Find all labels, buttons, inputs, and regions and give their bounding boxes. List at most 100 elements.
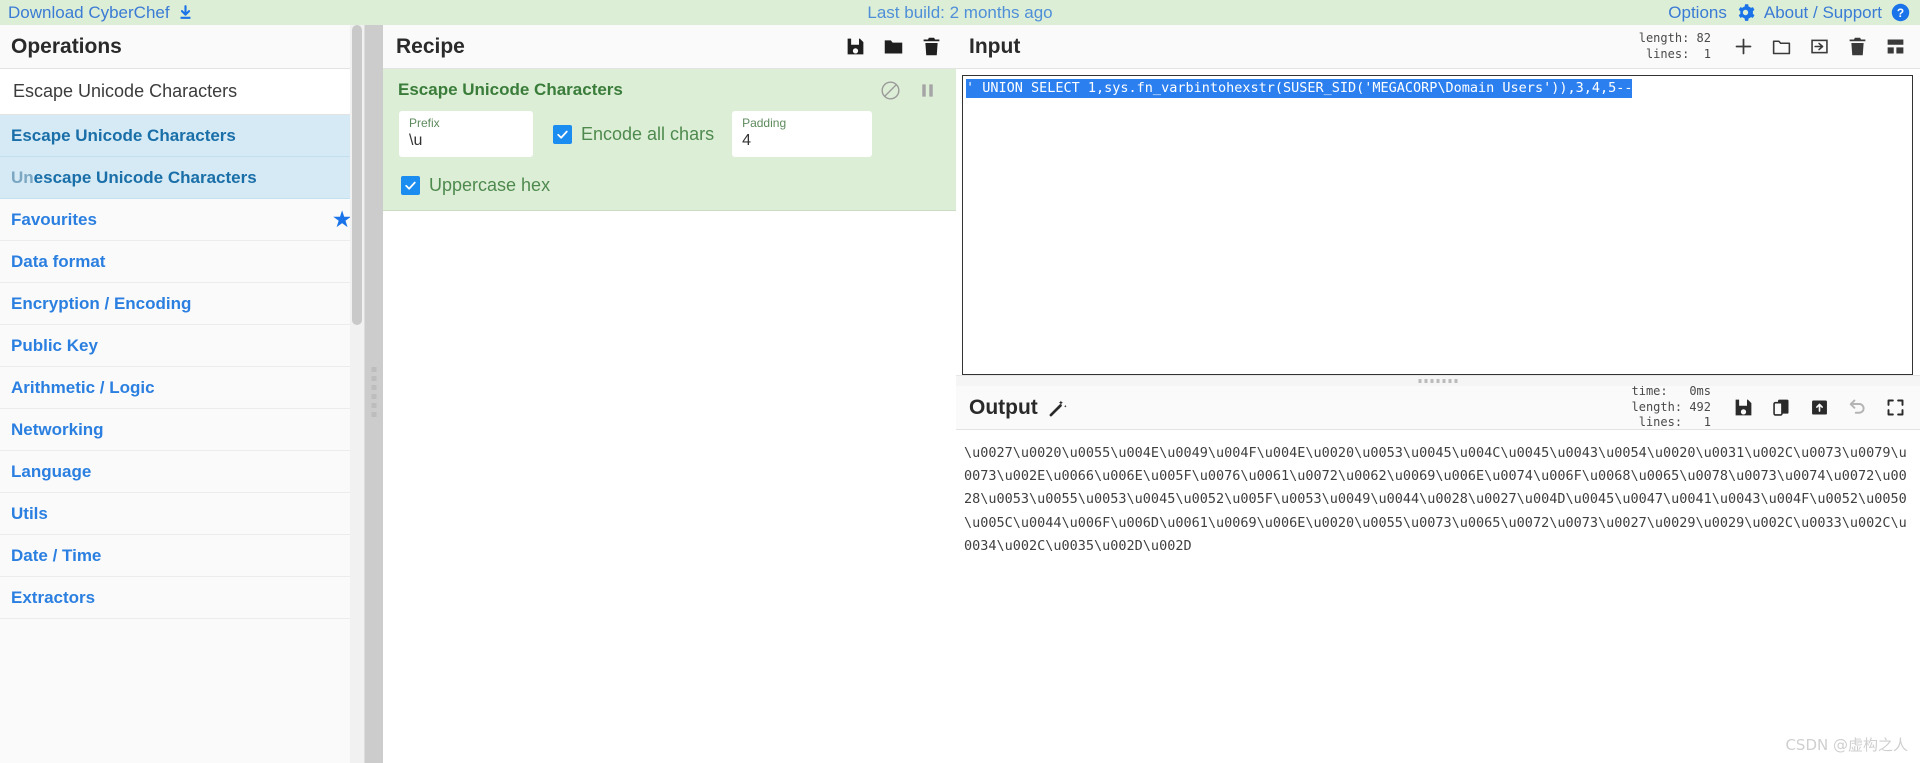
- copy-output-icon[interactable]: [1771, 397, 1792, 418]
- category-label: Arithmetic / Logic: [11, 377, 155, 397]
- input-text-content: ' UNION SELECT 1,sys.fn_varbintohexstr(S…: [966, 79, 1633, 98]
- open-file-as-input-icon[interactable]: [1809, 36, 1830, 57]
- add-tab-icon[interactable]: [1733, 36, 1754, 57]
- gear-icon[interactable]: [1736, 3, 1755, 22]
- uppercase-hex-checkbox[interactable]: [401, 176, 420, 195]
- breakpoint-pause-icon[interactable]: [917, 80, 938, 101]
- input-lines-value: 1: [1703, 46, 1711, 61]
- input-title: Input: [969, 34, 1021, 58]
- sidebar-item-encryption-encoding[interactable]: Encryption / Encoding: [0, 283, 364, 325]
- clear-io-icon[interactable]: [1847, 36, 1868, 57]
- banner-right-links: Options About / Support ?: [1668, 3, 1910, 23]
- uppercase-hex-checkbox-row[interactable]: Uppercase hex: [401, 175, 940, 196]
- sidebar-item-date-time[interactable]: Date / Time: [0, 535, 364, 577]
- output-title-group: Output: [969, 396, 1068, 420]
- sidebar-item-networking[interactable]: Networking: [0, 409, 364, 451]
- sidebar-item-extractors[interactable]: Extractors: [0, 577, 364, 619]
- category-label: Extractors: [11, 587, 96, 607]
- operations-panel: Operations Escape Unicode Characters Une…: [0, 25, 365, 763]
- panel-splitter-operations-recipe[interactable]: [365, 25, 383, 763]
- category-label: Encryption / Encoding: [11, 293, 192, 313]
- sidebar-item-language[interactable]: Language: [0, 451, 364, 493]
- input-title-bar: Input length: 82 lines: 1: [956, 25, 1920, 69]
- prefix-label: Prefix: [409, 115, 440, 130]
- arg-row-primary: Prefix \u Encode all chars Padding 4: [399, 111, 940, 157]
- io-splitter-grip: [1418, 379, 1458, 383]
- output-length-value: 492: [1689, 399, 1711, 414]
- recipe-panel: Recipe Escape Unicode Characters Prefix …: [383, 25, 956, 763]
- operation-result-unescape-unicode-characters[interactable]: Un escape Unicode Characters: [0, 157, 364, 199]
- star-icon: ★: [333, 208, 351, 231]
- encode-all-chars-label: Encode all chars: [581, 123, 715, 144]
- operation-result-prefix: Un: [11, 167, 34, 187]
- prefix-value: \u: [409, 132, 423, 149]
- input-textarea[interactable]: ' UNION SELECT 1,sys.fn_varbintohexstr(S…: [962, 75, 1913, 375]
- about-support-button[interactable]: About / Support: [1764, 3, 1882, 23]
- undo-icon[interactable]: [1847, 397, 1868, 418]
- category-label: Public Key: [11, 335, 98, 355]
- operations-scrollbar[interactable]: [350, 25, 364, 763]
- output-text-content[interactable]: \u0027\u0020\u0055\u004E\u0049\u004F\u00…: [956, 430, 1920, 558]
- recipe-title: Recipe: [396, 34, 465, 58]
- magic-wand-icon[interactable]: [1048, 398, 1068, 418]
- category-label: Utils: [11, 503, 48, 523]
- last-build-info: Last build: 2 months ago: [867, 3, 1052, 23]
- category-label: Language: [11, 461, 92, 481]
- input-length-label: length:: [1638, 30, 1690, 45]
- folder-icon[interactable]: [883, 36, 904, 57]
- input-meta: length: 82 lines: 1: [1639, 31, 1711, 63]
- recipe-operation-escape-unicode-characters[interactable]: Escape Unicode Characters Prefix \u Enco…: [383, 69, 956, 211]
- recipe-operation-name: Escape Unicode Characters: [398, 80, 623, 99]
- operations-search-row[interactable]: [0, 69, 364, 115]
- cyberchef-app: Download CyberChef Last build: 2 months …: [0, 0, 1920, 763]
- category-label: Date / Time: [11, 545, 102, 565]
- search-input[interactable]: [11, 80, 353, 103]
- sidebar-item-favourites[interactable]: Favourites ★: [0, 199, 364, 241]
- padding-label: Padding: [742, 115, 787, 130]
- open-folder-icon[interactable]: [1771, 36, 1792, 57]
- recipe-operation-args: Prefix \u Encode all chars Padding 4 Upp…: [383, 111, 956, 196]
- output-controls: time: 0ms length: 492 lines: 1: [1632, 384, 1907, 431]
- scrollbar-thumb[interactable]: [352, 25, 362, 325]
- question-circle-icon[interactable]: ?: [1891, 3, 1910, 22]
- padding-field[interactable]: Padding 4: [732, 111, 873, 157]
- options-button[interactable]: Options: [1668, 3, 1727, 23]
- input-length-value: 82: [1696, 30, 1711, 45]
- encode-all-chars-checkbox-row[interactable]: Encode all chars: [553, 111, 714, 157]
- encode-all-chars-checkbox[interactable]: [553, 124, 572, 144]
- recipe-controls: [845, 36, 942, 57]
- sidebar-item-utils[interactable]: Utils: [0, 493, 364, 535]
- download-cyberchef-link[interactable]: Download CyberChef: [8, 3, 194, 23]
- category-label: Favourites: [11, 209, 97, 229]
- reset-pane-layout-icon[interactable]: [1885, 36, 1906, 57]
- save-icon[interactable]: [845, 36, 866, 57]
- disable-icon[interactable]: [880, 80, 901, 101]
- output-length-label: length:: [1631, 399, 1683, 414]
- operation-result-label: Escape Unicode Characters: [11, 125, 236, 145]
- io-splitter[interactable]: [956, 375, 1920, 386]
- svg-text:?: ?: [1897, 6, 1904, 20]
- output-lines-label: lines:: [1638, 415, 1683, 430]
- recipe-operation-controls: [880, 80, 938, 101]
- output-meta: time: 0ms length: 492 lines: 1: [1632, 384, 1712, 431]
- save-output-icon[interactable]: [1733, 397, 1754, 418]
- maximise-icon[interactable]: [1885, 397, 1906, 418]
- prefix-field[interactable]: Prefix \u: [399, 111, 533, 157]
- operation-result-rest: escape Unicode Characters: [33, 167, 257, 187]
- uppercase-hex-label: Uppercase hex: [429, 175, 551, 195]
- recipe-operation-header: Escape Unicode Characters: [383, 69, 956, 111]
- sidebar-item-arithmetic-logic[interactable]: Arithmetic / Logic: [0, 367, 364, 409]
- trash-icon[interactable]: [921, 36, 942, 57]
- output-lines-value: 1: [1703, 415, 1711, 430]
- output-title: Output: [969, 395, 1038, 419]
- io-panel: Input length: 82 lines: 1 ' UNION SELECT…: [956, 25, 1920, 763]
- operation-result-escape-unicode-characters[interactable]: Escape Unicode Characters: [0, 115, 364, 157]
- top-banner: Download CyberChef Last build: 2 months …: [0, 0, 1920, 25]
- last-build-label: Last build: 2 months ago: [867, 2, 1053, 22]
- sidebar-item-public-key[interactable]: Public Key: [0, 325, 364, 367]
- replace-input-icon[interactable]: [1809, 397, 1830, 418]
- padding-value: 4: [742, 132, 751, 149]
- download-cyberchef-label: Download CyberChef: [8, 2, 170, 22]
- sidebar-item-data-format[interactable]: Data format: [0, 241, 364, 283]
- output-title-bar: Output time: 0ms length: 492 lines: 1: [956, 384, 1920, 431]
